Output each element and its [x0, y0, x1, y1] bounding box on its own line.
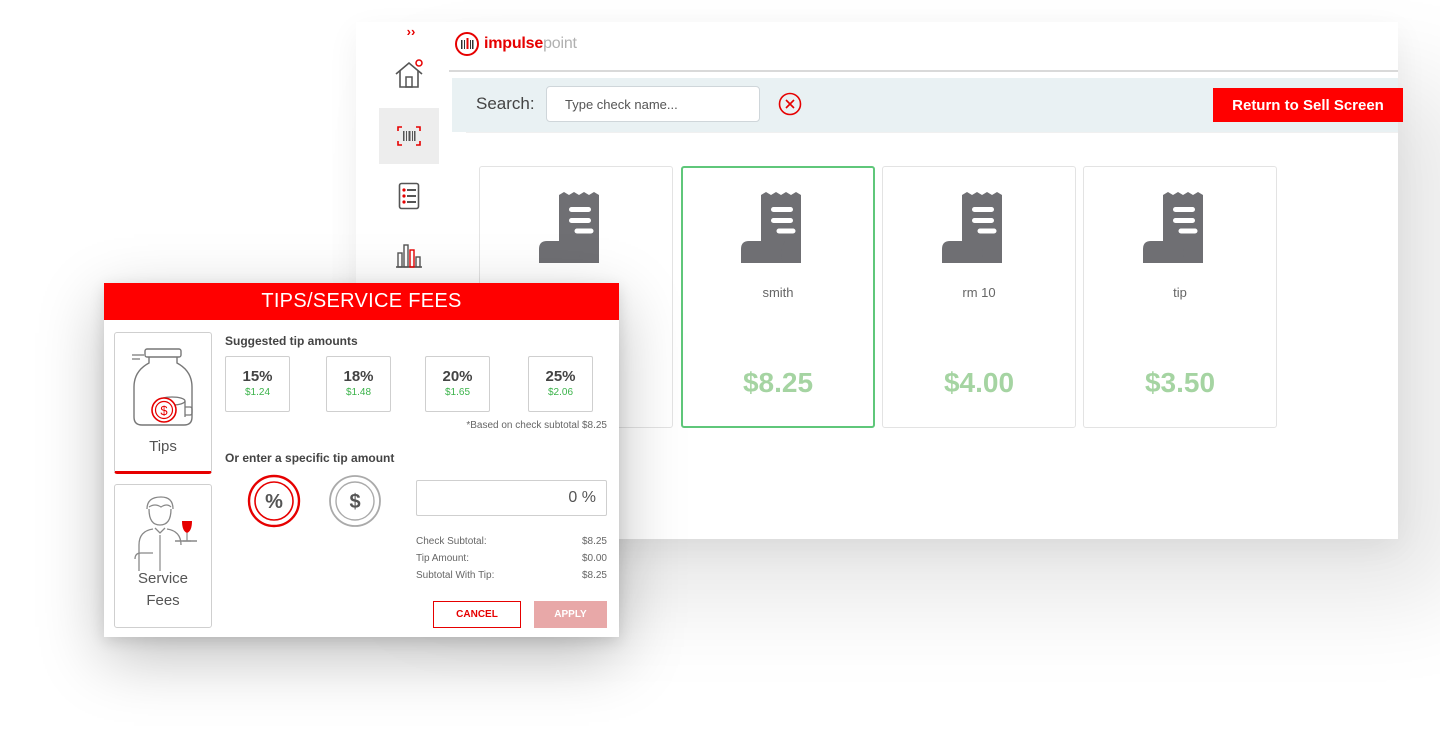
tips-service-fees-modal: TIPS/SERVICE FEES $ Tips Service Fees Su…: [104, 283, 619, 637]
subtotal-footnote: *Based on check subtotal $8.25: [466, 420, 607, 431]
dollar-mode-toggle[interactable]: $: [328, 474, 382, 528]
tab-tips-label: Tips: [149, 438, 177, 455]
summary-subtotal-with-tip: Subtotal With Tip: $8.25: [416, 570, 607, 581]
svg-text:$: $: [160, 403, 168, 418]
suggested-tips-heading: Suggested tip amounts: [225, 334, 358, 348]
header-bar: impulsepoint: [449, 22, 1398, 72]
tip-amount: $1.24: [244, 387, 271, 398]
check-name: tip: [1173, 285, 1187, 300]
search-input[interactable]: [546, 86, 760, 122]
tip-amount: $2.06: [547, 387, 574, 398]
home-icon: [395, 59, 423, 88]
summary-value: $0.00: [581, 553, 607, 564]
summary-check-subtotal: Check Subtotal: $8.25: [416, 536, 607, 547]
checklist-icon: [398, 182, 420, 210]
apply-button[interactable]: APPLY: [534, 601, 607, 628]
tip-percent: 18%: [343, 368, 374, 385]
check-amount: $8.25: [742, 367, 814, 398]
receipt-icon: [942, 192, 1002, 263]
tab-service-label-line1: Service: [137, 570, 189, 587]
logo-icon: [455, 32, 479, 56]
receipt-icon: [741, 192, 801, 263]
tip-option-20[interactable]: 20% $1.65: [425, 356, 490, 412]
tip-option-18[interactable]: 18% $1.48: [326, 356, 391, 412]
tip-percent: 25%: [545, 368, 576, 385]
summary-tip-amount: Tip Amount: $0.00: [416, 553, 607, 564]
tab-tips[interactable]: $ Tips: [114, 332, 212, 474]
check-name: smith: [762, 285, 794, 300]
barcode-icon: [397, 126, 421, 146]
summary-value: $8.25: [581, 536, 607, 547]
report-nav-button[interactable]: [379, 168, 439, 224]
checks-nav-button[interactable]: [379, 108, 439, 164]
receipt-icon: [1143, 192, 1203, 263]
check-amount: $4.00: [943, 367, 1015, 398]
expand-rail-button[interactable]: ››: [400, 24, 422, 40]
home-nav-button[interactable]: [379, 46, 439, 102]
tip-amount-input[interactable]: [416, 480, 607, 516]
tab-service-label-line2: Fees: [146, 592, 180, 609]
bar-chart-icon: [396, 244, 422, 268]
clear-search-icon[interactable]: [778, 92, 802, 116]
tab-service-fees[interactable]: Service Fees: [114, 484, 212, 628]
logo-text-light: point: [543, 35, 577, 52]
check-name: rm 10: [962, 285, 996, 300]
tip-option-25[interactable]: 25% $2.06: [528, 356, 593, 412]
tip-amount: $1.48: [345, 387, 372, 398]
tip-amount: $1.65: [444, 387, 471, 398]
check-card[interactable]: tip $3.50: [1083, 166, 1277, 428]
search-label: Search:: [476, 94, 535, 113]
waiter-icon: [134, 496, 197, 571]
tip-percent: 20%: [442, 368, 473, 385]
tip-percent: 15%: [242, 368, 273, 385]
summary-label: Tip Amount:: [416, 553, 469, 564]
percent-mode-toggle[interactable]: %: [247, 474, 301, 528]
tip-jar-icon: $: [132, 348, 193, 426]
return-to-sell-screen-button[interactable]: Return to Sell Screen: [1213, 88, 1403, 122]
impulsepoint-logo: impulsepoint: [455, 32, 577, 56]
tip-option-15[interactable]: 15% $1.24: [225, 356, 290, 412]
check-card-selected[interactable]: smith $8.25: [681, 166, 875, 428]
check-amount: $3.50: [1144, 367, 1216, 398]
percent-symbol: %: [265, 491, 283, 513]
summary-label: Subtotal With Tip:: [416, 570, 495, 581]
check-card[interactable]: rm 10 $4.00: [882, 166, 1076, 428]
summary-label: Check Subtotal:: [416, 536, 487, 547]
dollar-symbol: $: [349, 491, 360, 513]
receipt-icon: [539, 192, 599, 263]
logo-text-bold: impulse: [484, 35, 544, 52]
search-bar: Search: Return to Sell Screen: [452, 78, 1403, 132]
analytics-nav-button[interactable]: [379, 226, 439, 282]
summary-value: $8.25: [581, 570, 607, 581]
modal-title: TIPS/SERVICE FEES: [104, 283, 619, 320]
cancel-button[interactable]: CANCEL: [433, 601, 521, 628]
specific-tip-heading: Or enter a specific tip amount: [225, 451, 395, 465]
